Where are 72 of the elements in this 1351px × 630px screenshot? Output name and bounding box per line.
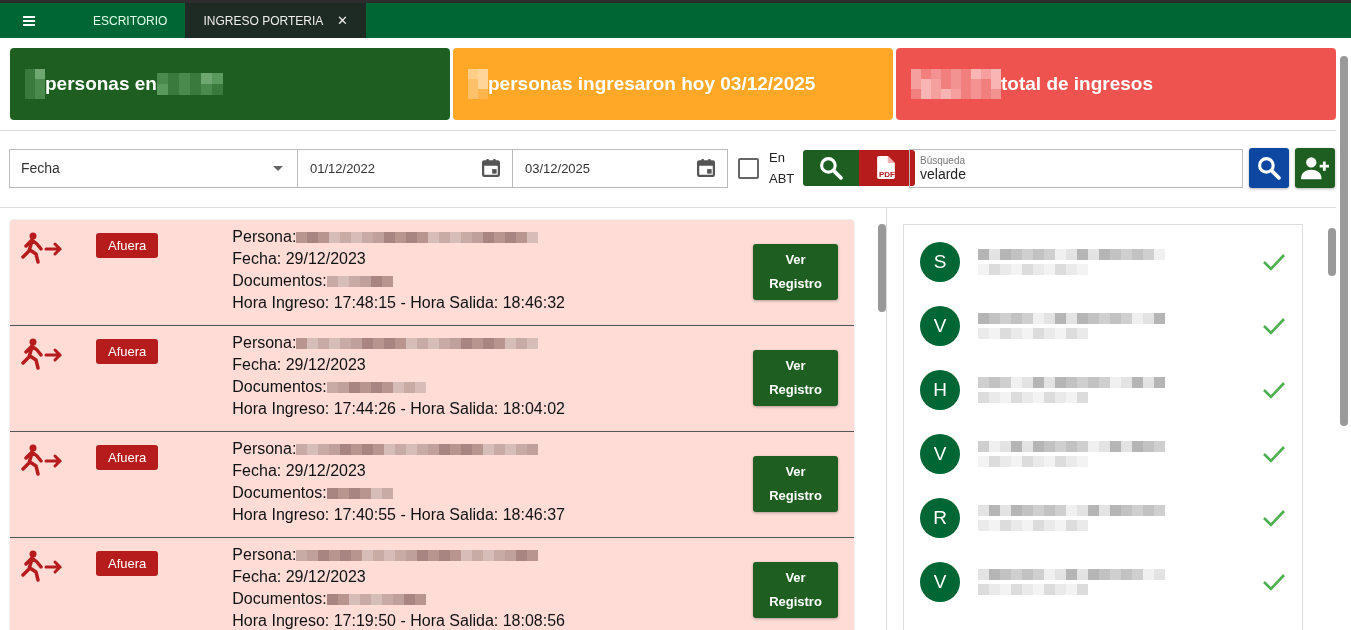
- record-label: Documentos:: [232, 484, 327, 502]
- file-icon: [877, 156, 895, 179]
- record-label: Persona:: [232, 228, 297, 246]
- record-times: Hora Ingreso: 17:44:26 - Hora Salida: 18:04:02: [232, 399, 566, 419]
- avatar: V: [920, 434, 960, 474]
- walking-person-exit-icon: [20, 232, 64, 264]
- status-badge: Afuera: [96, 551, 159, 576]
- redacted-text-drawing: [25, 69, 45, 99]
- record-label: Persona:: [232, 440, 297, 458]
- view-record-button[interactable]: Ver Registro: [753, 350, 838, 406]
- tab[interactable]: ESCRITORIO: [75, 3, 186, 38]
- person-item[interactable]: V: [904, 294, 1302, 358]
- status-badge: Afuera: [96, 445, 159, 470]
- avatar: S: [920, 242, 960, 282]
- search-icon: [1257, 156, 1281, 180]
- field-select[interactable]: Fecha: [9, 148, 298, 188]
- record-date: Fecha: 29/12/2023: [232, 461, 367, 481]
- record-label: Persona:: [232, 334, 297, 352]
- record-times: Hora Ingreso: 17:40:55 - Hora Salida: 18:46:37: [232, 505, 566, 525]
- record-times: Hora Ingreso: 17:19:50 - Hora Salida: 18:08:56: [232, 611, 566, 630]
- record-label: Documentos:: [232, 378, 327, 396]
- walking-person-exit-icon: [20, 444, 64, 476]
- pdf-button[interactable]: PDF: [859, 150, 915, 186]
- close-button[interactable]: ✕: [337, 13, 349, 28]
- person-item[interactable]: S: [904, 230, 1302, 294]
- record-label: Documentos:: [232, 590, 327, 608]
- tab[interactable]: INGRESO PORTERIA ✕: [185, 3, 367, 38]
- view-record-button[interactable]: Ver Registro: [753, 456, 838, 512]
- checkbox-label: En ABT: [769, 149, 796, 188]
- person-item[interactable]: V: [904, 550, 1302, 614]
- redacted-text-drawing: [326, 487, 393, 499]
- avatar: V: [920, 306, 960, 346]
- redacted-text-drawing: [156, 73, 223, 95]
- record-date: Fecha: 29/12/2023: [232, 567, 367, 587]
- scrollbar[interactable]: [1340, 56, 1348, 426]
- person-item[interactable]: R: [904, 486, 1302, 550]
- view-record-button[interactable]: Ver Registro: [753, 244, 838, 300]
- date-field[interactable]: 01/12/2022: [298, 148, 513, 188]
- redacted-text-drawing: [326, 275, 393, 287]
- avatar: H: [920, 370, 960, 410]
- add-person-icon: [1301, 156, 1329, 180]
- record-label: Documentos:: [232, 272, 327, 290]
- search-button[interactable]: [1249, 148, 1289, 188]
- caret-icon: [273, 165, 283, 171]
- record-date: Fecha: 29/12/2023: [232, 355, 367, 375]
- status-badge: Afuera: [96, 339, 159, 364]
- scrollbar[interactable]: [878, 224, 886, 312]
- stat-text: personas en: [45, 73, 157, 95]
- scrollbar[interactable]: [1328, 228, 1336, 276]
- walking-person-exit-icon: [20, 550, 64, 582]
- avatar: R: [920, 498, 960, 538]
- person-item[interactable]: H: [904, 358, 1302, 422]
- stat-text: personas ingresaron hoy 03/12/2025: [488, 73, 816, 95]
- record-date: Fecha: 29/12/2023: [232, 249, 367, 269]
- calendar-icon: [697, 159, 715, 177]
- menu-icon: [23, 15, 35, 26]
- redacted-text-drawing: [468, 69, 488, 99]
- view-record-button[interactable]: Ver Registro: [753, 562, 838, 618]
- add-person-button[interactable]: [1295, 148, 1335, 188]
- record-times: Hora Ingreso: 17:48:15 - Hora Salida: 18:46:32: [232, 293, 566, 313]
- date-field[interactable]: 03/12/2025: [513, 148, 728, 188]
- record-label: Persona:: [232, 546, 297, 564]
- calendar-icon: [482, 159, 500, 177]
- search-field[interactable]: Búsqueda velarde: [909, 148, 1243, 188]
- status-badge: Afuera: [96, 233, 159, 258]
- person-item[interactable]: V: [904, 422, 1302, 486]
- search-icon: [819, 156, 843, 180]
- walking-person-exit-icon: [20, 338, 64, 370]
- search-button[interactable]: [803, 150, 859, 186]
- stat-text: total de ingresos: [1001, 73, 1154, 95]
- avatar: V: [920, 562, 960, 602]
- checkbox[interactable]: [738, 157, 759, 179]
